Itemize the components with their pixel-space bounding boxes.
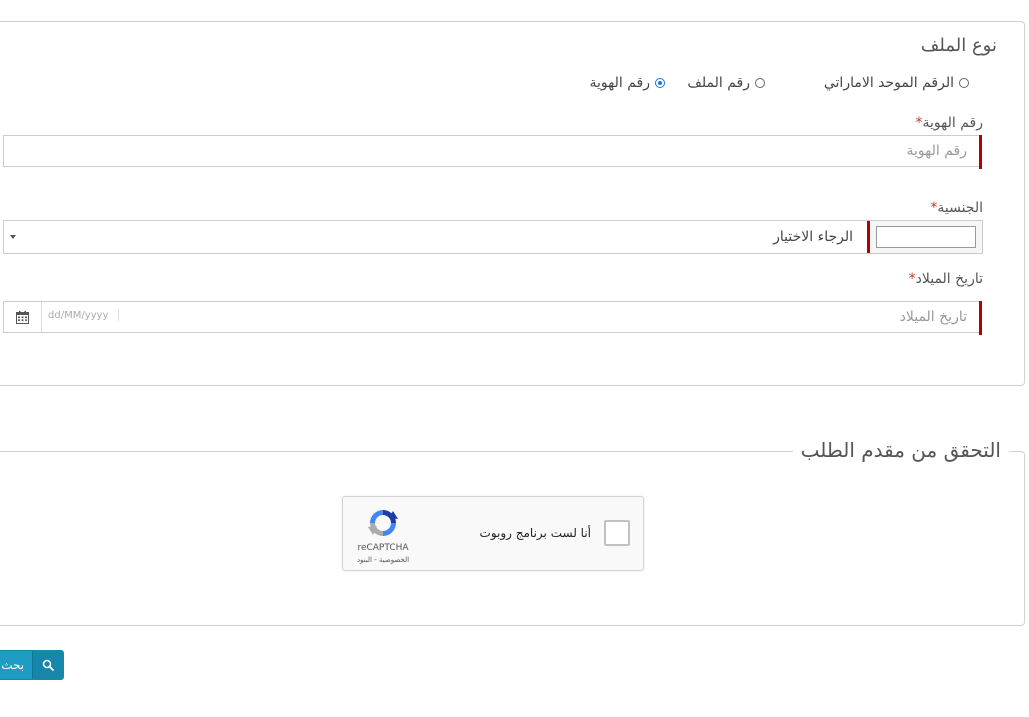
caret-down-icon[interactable]	[10, 235, 16, 239]
birth-date-label: تاريخ الميلاد*	[908, 271, 983, 287]
id-number-label: رقم الهوية*	[915, 115, 983, 131]
recaptcha-widget: أنا لست برنامج روبوت reCAPTCHA الخصوصية …	[342, 496, 644, 571]
birth-date-placeholder: تاريخ الميلاد	[899, 309, 967, 325]
radio-label: رقم الملف	[687, 75, 750, 91]
id-number-placeholder: رقم الهوية	[906, 143, 967, 159]
radio-uae-unified-number[interactable]: الرقم الموحد الاماراتي	[824, 73, 969, 93]
radio-file-number[interactable]: رقم الملف	[687, 73, 765, 93]
file-type-title: نوع الملف	[920, 35, 997, 56]
nationality-field: الرجاء الاختيار	[3, 220, 983, 254]
search-button[interactable]: بحث	[0, 650, 64, 680]
recaptcha-links[interactable]: الخصوصية - البنود	[343, 556, 423, 564]
calendar-icon[interactable]	[4, 302, 42, 332]
nationality-label: الجنسية*	[930, 200, 983, 216]
radio-circle-checked[interactable]	[655, 78, 665, 88]
recaptcha-checkbox[interactable]	[604, 520, 630, 546]
radio-circle[interactable]	[755, 78, 765, 88]
nationality-selected: الرجاء الاختيار	[773, 229, 853, 245]
recaptcha-brand: reCAPTCHA	[357, 543, 409, 553]
id-number-input[interactable]: رقم الهوية	[3, 135, 982, 169]
radio-id-number[interactable]: رقم الهوية	[590, 73, 665, 93]
recaptcha-label: أنا لست برنامج روبوت	[479, 526, 591, 540]
radio-label: الرقم الموحد الاماراتي	[823, 75, 954, 91]
nationality-code-input[interactable]	[876, 226, 976, 248]
recaptcha-logo-icon	[367, 507, 399, 539]
search-button-label: بحث	[1, 658, 25, 672]
verification-legend: التحقق من مقدم الطلب	[792, 438, 1009, 462]
nationality-select[interactable]: الرجاء الاختيار	[4, 221, 870, 253]
date-format-hint: dd/MM/yyyy	[48, 310, 120, 321]
required-indicator	[979, 135, 982, 169]
required-indicator	[979, 301, 982, 335]
search-icon	[32, 651, 63, 679]
radio-label: رقم الهوية	[589, 75, 650, 91]
birth-date-input[interactable]: dd/MM/yyyy تاريخ الميلاد	[3, 301, 982, 335]
radio-circle[interactable]	[959, 78, 969, 88]
